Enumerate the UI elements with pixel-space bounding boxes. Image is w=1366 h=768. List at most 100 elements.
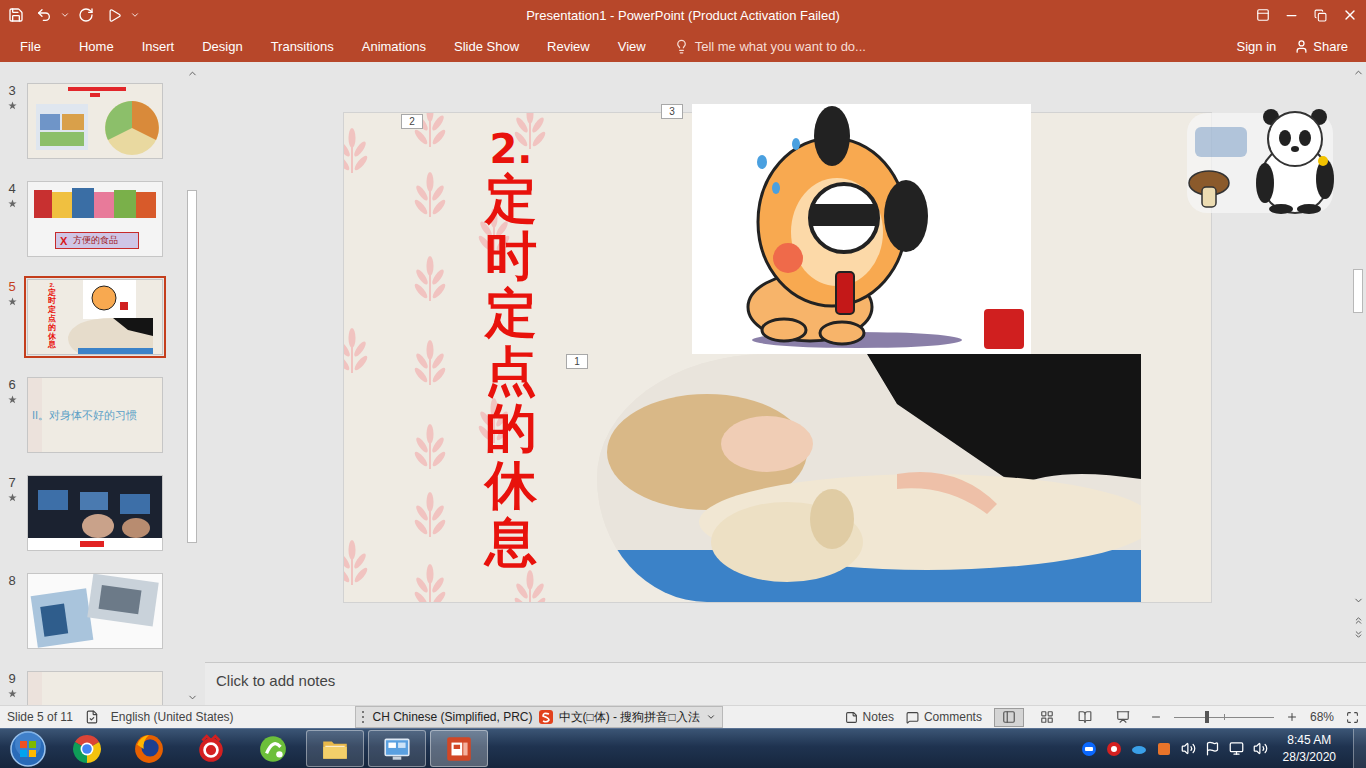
editor-scrollbar[interactable]: [1350, 62, 1366, 662]
previous-slide-button[interactable]: [1351, 614, 1365, 626]
comments-button[interactable]: Comments: [906, 710, 982, 724]
ribbon-tab[interactable]: Insert: [128, 30, 189, 62]
app-tray-icon[interactable]: [1156, 741, 1172, 757]
taskbar-app-button[interactable]: [120, 730, 178, 767]
undo-dropdown[interactable]: [59, 2, 71, 28]
slide-thumbnail[interactable]: [27, 671, 163, 705]
ribbon-tab[interactable]: Slide Show: [440, 30, 533, 62]
share-button[interactable]: Share: [1294, 39, 1348, 54]
redo-icon: [78, 7, 94, 23]
next-slide-button[interactable]: [1351, 628, 1365, 640]
restore-button[interactable]: [1306, 0, 1335, 30]
scroll-thumb[interactable]: [187, 190, 197, 543]
undo-button[interactable]: [31, 2, 57, 28]
thumbnail-row[interactable]: 8: [0, 570, 185, 652]
ribbon-tab[interactable]: Design: [188, 30, 256, 62]
view-button[interactable]: [1032, 708, 1062, 727]
garena-tray-icon[interactable]: [1106, 741, 1122, 757]
thumbnail-row[interactable]: 9: [0, 668, 185, 705]
animation-order-tag[interactable]: 1: [566, 354, 588, 369]
scroll-down-button[interactable]: [185, 691, 199, 703]
thumbnail-scrollbar[interactable]: [185, 62, 199, 705]
slide-thumbnail[interactable]: X方便的食品: [27, 181, 163, 257]
taskbar-app-button[interactable]: [430, 730, 488, 767]
thumbnail-caption: 方便的食品: [73, 234, 118, 247]
taskbar-app-button[interactable]: [182, 730, 240, 767]
ribbon-tab[interactable]: Home: [65, 30, 128, 62]
spell-check-icon[interactable]: [85, 710, 99, 724]
volume-tray[interactable]: [1253, 741, 1268, 756]
animation-order-tag[interactable]: 2: [401, 114, 423, 129]
speaker-tray[interactable]: [1181, 741, 1196, 756]
tell-me-box[interactable]: Tell me what you want to do...: [674, 39, 866, 54]
scroll-up-button[interactable]: [185, 67, 199, 79]
slide-thumbnail[interactable]: [27, 83, 163, 159]
thumbnail-row[interactable]: 52.定时定点的休息: [0, 276, 185, 358]
thumbnail-row[interactable]: 7: [0, 472, 185, 554]
slide-thumbnail[interactable]: II。对身体不好的习惯: [27, 377, 163, 453]
woman-dog-photo: [597, 354, 1141, 602]
cloud-icon[interactable]: [1131, 741, 1147, 757]
sign-in-link[interactable]: Sign in: [1237, 39, 1277, 54]
zalo-icon[interactable]: [1081, 741, 1097, 757]
thumbnail-frame: [24, 570, 166, 652]
view-button[interactable]: [1070, 708, 1100, 727]
zoom-level[interactable]: 68%: [1310, 710, 1334, 724]
clock[interactable]: 8:45 AM28/3/2020: [1277, 732, 1344, 764]
zoom-slider-thumb[interactable]: [1205, 711, 1209, 723]
taskbar-app-button[interactable]: [306, 730, 364, 767]
thumbnail-meta: 5: [0, 276, 24, 358]
ribbon-tab[interactable]: Transitions: [257, 30, 348, 62]
zoom-out-icon[interactable]: [1150, 711, 1162, 723]
fit-to-window-icon[interactable]: [1346, 711, 1359, 724]
taskbar-app-button[interactable]: [368, 730, 426, 767]
scroll-up-button[interactable]: [1351, 66, 1365, 78]
slide-thumbnail[interactable]: [27, 475, 163, 551]
photo-picture[interactable]: [597, 354, 1141, 602]
close-button[interactable]: [1335, 0, 1364, 30]
notes-pane[interactable]: Click to add notes: [205, 662, 1366, 705]
start-from-beginning-button[interactable]: [101, 2, 127, 28]
thumbnail-row[interactable]: 6II。对身体不好的习惯: [0, 374, 185, 456]
show-desktop-button[interactable]: [1353, 729, 1366, 768]
scroll-track[interactable]: [185, 81, 199, 689]
language-bar[interactable]: CH Chinese (Simplified, PRC) 中文(□体) - 搜狗拼…: [355, 706, 722, 728]
slide-thumbnail[interactable]: [27, 573, 163, 649]
slide-thumbnail[interactable]: 2.定时定点的休息: [27, 279, 163, 355]
taskbar-app-button[interactable]: [244, 730, 302, 767]
customize-toolbar-button[interactable]: [129, 2, 141, 28]
action-center-tray[interactable]: [1205, 741, 1220, 756]
input-language[interactable]: CH Chinese (Simplified, PRC): [372, 710, 532, 724]
animation-order-tag[interactable]: 3: [661, 104, 683, 119]
scroll-track[interactable]: [1351, 80, 1365, 592]
thumbnail-row[interactable]: 4X方便的食品: [0, 178, 185, 260]
zoom-slider[interactable]: [1174, 711, 1274, 723]
slide-thumbnail-art: [28, 476, 162, 551]
thumbnail-row[interactable]: 3: [0, 80, 185, 162]
windows-start-icon[interactable]: [5, 730, 51, 768]
view-button[interactable]: [1108, 708, 1138, 727]
zoom-in-icon[interactable]: [1286, 711, 1298, 723]
chevron-down-icon[interactable]: [706, 712, 716, 722]
minimize-button[interactable]: [1277, 0, 1306, 30]
input-method[interactable]: 中文(□体) - 搜狗拼音□入法: [559, 709, 700, 726]
ribbon-tab[interactable]: View: [604, 30, 660, 62]
ribbon-display-button[interactable]: [1248, 0, 1277, 30]
scroll-down-button[interactable]: [1351, 594, 1365, 606]
thumbnail-frame: 2.定时定点的休息: [24, 276, 166, 358]
language-indicator[interactable]: English (United States): [111, 710, 234, 724]
cartoon-picture[interactable]: [692, 104, 1031, 354]
redo-button[interactable]: [73, 2, 99, 28]
save-button[interactable]: [3, 2, 29, 28]
scroll-thumb[interactable]: [1353, 269, 1363, 313]
notes-button[interactable]: Notes: [845, 710, 894, 724]
ribbon-tab[interactable]: File: [0, 30, 65, 62]
ribbon-tab[interactable]: Review: [533, 30, 604, 62]
taskbar-app-button[interactable]: [58, 730, 116, 767]
chevron-down-icon: [130, 10, 140, 20]
view-button[interactable]: [994, 708, 1024, 727]
network-tray[interactable]: [1229, 741, 1244, 756]
ribbon-tab[interactable]: Animations: [348, 30, 440, 62]
slide[interactable]: 2.定时定点的休息231: [344, 113, 1211, 602]
slide-title[interactable]: 2.定时定点的休息: [485, 127, 537, 571]
